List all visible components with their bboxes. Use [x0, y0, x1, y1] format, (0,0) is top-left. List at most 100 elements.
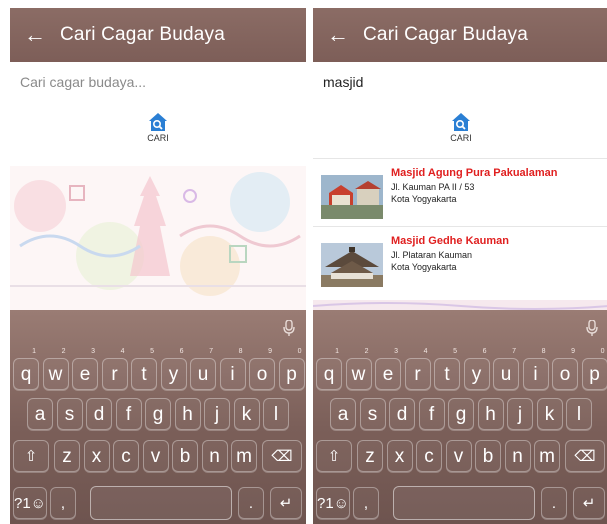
key-c[interactable]: c — [416, 440, 442, 472]
key-z-label: z — [62, 446, 72, 467]
key-y[interactable]: y6 — [160, 348, 187, 390]
key-j[interactable]: j — [507, 398, 533, 430]
enter-key[interactable]: ↵ — [270, 487, 302, 519]
comma-key[interactable]: , — [50, 487, 76, 519]
key-m[interactable]: m — [534, 440, 560, 472]
key-x[interactable]: x — [83, 440, 110, 472]
comma-key[interactable]: , — [353, 487, 379, 519]
key-s[interactable]: s — [56, 398, 83, 430]
key-o[interactable]: o9 — [552, 348, 578, 390]
key-w-label: w — [351, 364, 366, 385]
key-v[interactable]: v — [142, 440, 169, 472]
key-m[interactable]: m — [231, 440, 257, 472]
mic-icon[interactable] — [585, 320, 599, 336]
key-c[interactable]: c — [113, 440, 139, 472]
shift-key-label: ⇧ — [327, 448, 341, 465]
app-bar-title: Cari Cagar Budaya — [60, 24, 225, 45]
key-g-label: g — [152, 404, 164, 425]
comma-key-label: , — [60, 495, 66, 512]
key-a-label: a — [337, 404, 349, 425]
period-key[interactable]: . — [541, 487, 567, 519]
backspace-key[interactable]: ⌫ — [565, 440, 605, 472]
key-w[interactable]: w2 — [42, 348, 69, 390]
key-o-label: o — [559, 364, 571, 385]
search-input[interactable] — [10, 62, 306, 102]
key-p[interactable]: p0 — [278, 348, 305, 390]
search-button[interactable]: CARI — [431, 112, 491, 154]
key-y[interactable]: y6 — [463, 348, 490, 390]
key-g-label: g — [455, 404, 467, 425]
key-g[interactable]: g — [448, 398, 474, 430]
key-n[interactable]: n — [504, 440, 531, 472]
key-l[interactable]: l — [566, 398, 592, 430]
key-c-label: c — [424, 446, 434, 467]
key-d[interactable]: d — [389, 398, 415, 430]
space-key[interactable] — [393, 486, 535, 520]
key-f-label: f — [428, 404, 435, 425]
key-p-label: p — [589, 364, 600, 385]
key-f[interactable]: f — [418, 398, 445, 430]
key-y-hint: 6 — [482, 348, 487, 355]
key-a[interactable]: a — [330, 398, 356, 430]
key-e[interactable]: e3 — [375, 348, 401, 390]
shift-key[interactable]: ⇧ — [316, 440, 352, 472]
key-d[interactable]: d — [86, 398, 112, 430]
key-t-hint: 5 — [150, 348, 154, 355]
period-key[interactable]: . — [238, 487, 264, 519]
symbols-key-label: ?1☺ — [14, 495, 46, 512]
search-button[interactable]: CARI — [128, 112, 188, 154]
key-f[interactable]: f — [115, 398, 142, 430]
key-r[interactable]: r4 — [404, 348, 431, 390]
key-u[interactable]: u7 — [493, 348, 519, 390]
key-a[interactable]: a — [27, 398, 53, 430]
key-w[interactable]: w2 — [345, 348, 372, 390]
key-b-label: b — [179, 446, 191, 467]
key-p-label: p — [286, 364, 297, 385]
key-b[interactable]: b — [475, 440, 501, 472]
back-arrow-icon[interactable]: ← — [313, 8, 363, 62]
key-z[interactable]: z — [357, 440, 383, 472]
key-i[interactable]: i8 — [522, 348, 549, 390]
key-r[interactable]: r4 — [101, 348, 128, 390]
shift-key[interactable]: ⇧ — [13, 440, 49, 472]
key-h[interactable]: h — [477, 398, 504, 430]
key-y-label: y — [471, 364, 482, 385]
symbols-key[interactable]: ?1☺ — [316, 487, 350, 519]
key-q[interactable]: q1 — [13, 348, 39, 390]
key-z[interactable]: z — [54, 440, 80, 472]
key-q[interactable]: q1 — [316, 348, 342, 390]
key-l[interactable]: l — [263, 398, 289, 430]
key-v-label: v — [453, 446, 464, 467]
background-illustration-strip — [313, 300, 607, 310]
enter-key[interactable]: ↵ — [573, 487, 605, 519]
key-t[interactable]: t5 — [434, 348, 460, 390]
key-k[interactable]: k — [536, 398, 563, 430]
back-arrow-icon[interactable]: ← — [10, 8, 60, 62]
backspace-key[interactable]: ⌫ — [262, 440, 302, 472]
key-o[interactable]: o9 — [249, 348, 275, 390]
key-j[interactable]: j — [204, 398, 230, 430]
key-k[interactable]: k — [233, 398, 260, 430]
search-input[interactable] — [313, 62, 607, 102]
space-key[interactable] — [90, 486, 232, 520]
key-v[interactable]: v — [445, 440, 472, 472]
key-t[interactable]: t5 — [131, 348, 157, 390]
key-x[interactable]: x — [386, 440, 413, 472]
list-item[interactable]: Masjid Gedhe Kauman Jl. Plataran Kauman … — [313, 226, 607, 294]
symbols-key[interactable]: ?1☺ — [13, 487, 47, 519]
key-p[interactable]: p0 — [581, 348, 607, 390]
list-item[interactable]: Masjid Agung Pura Pakualaman Jl. Kauman … — [313, 158, 607, 226]
key-q-label: q — [20, 364, 32, 385]
key-e[interactable]: e3 — [72, 348, 98, 390]
key-u[interactable]: u7 — [190, 348, 216, 390]
key-g[interactable]: g — [145, 398, 171, 430]
mic-icon[interactable] — [282, 320, 296, 336]
key-s[interactable]: s — [359, 398, 386, 430]
key-b[interactable]: b — [172, 440, 198, 472]
symbols-key-label: ?1☺ — [317, 495, 349, 512]
result-thumbnail — [321, 175, 383, 219]
key-n[interactable]: n — [201, 440, 228, 472]
key-h[interactable]: h — [174, 398, 201, 430]
soft-keyboard: q 1 w 2 e 3 r 4 t 5 y 6 u 7 i 8 o 9 p 0 a s d f g h j k l ⇧ z x c v b n m ⌫ ?1… — [10, 310, 306, 524]
key-i[interactable]: i8 — [219, 348, 246, 390]
